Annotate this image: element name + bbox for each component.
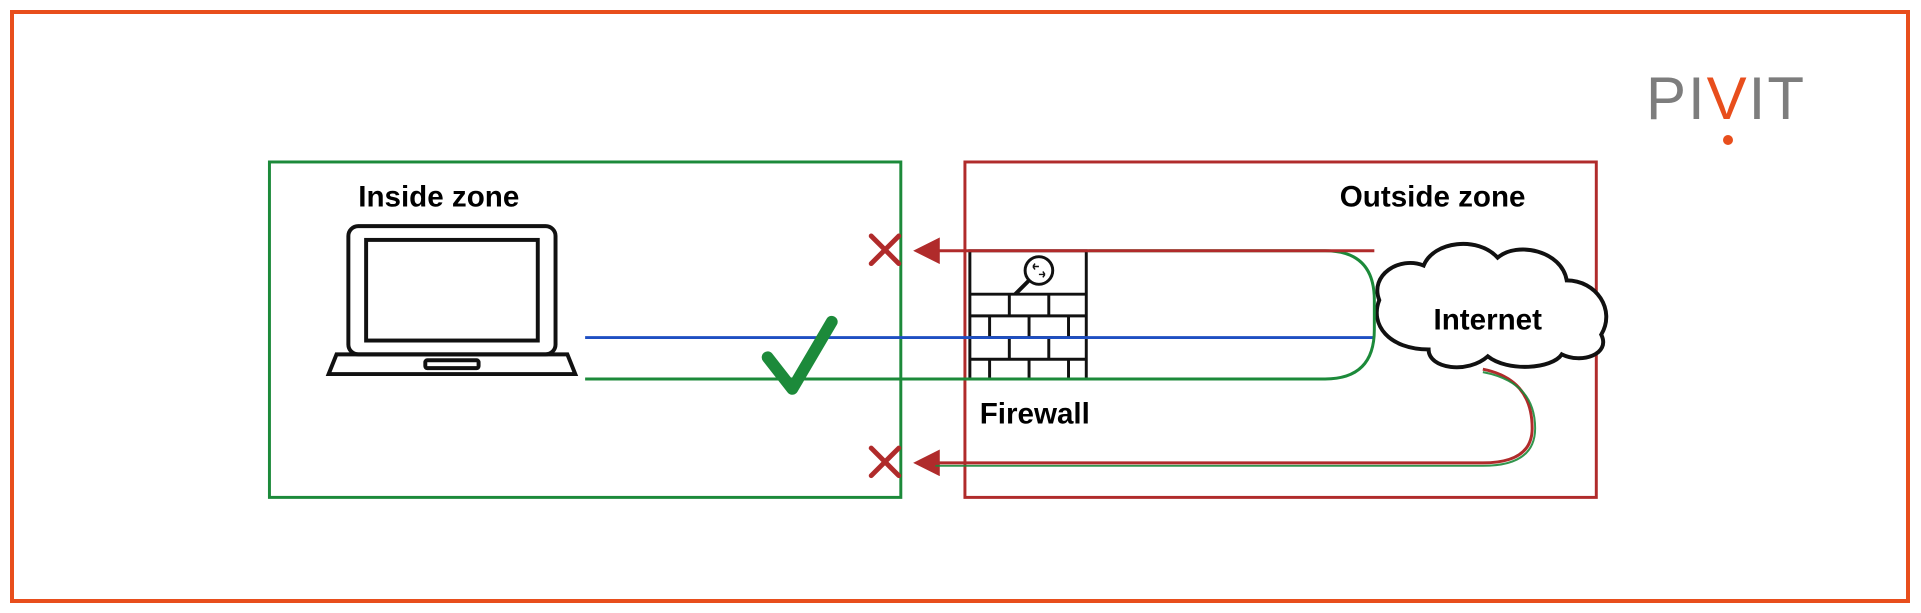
internet-label: Internet	[1434, 304, 1543, 337]
network-diagram: Inside zone Outside zone	[14, 14, 1906, 599]
x-icon	[871, 236, 899, 264]
inside-zone-label: Inside zone	[358, 180, 519, 213]
firewall-icon	[970, 251, 1086, 379]
laptop-icon	[329, 226, 576, 374]
firewall-label: Firewall	[980, 397, 1090, 430]
outside-zone-label: Outside zone	[1340, 180, 1526, 213]
outer-frame: P I V I T Inside zone Outside zone	[10, 10, 1910, 603]
x-icon	[871, 448, 899, 476]
